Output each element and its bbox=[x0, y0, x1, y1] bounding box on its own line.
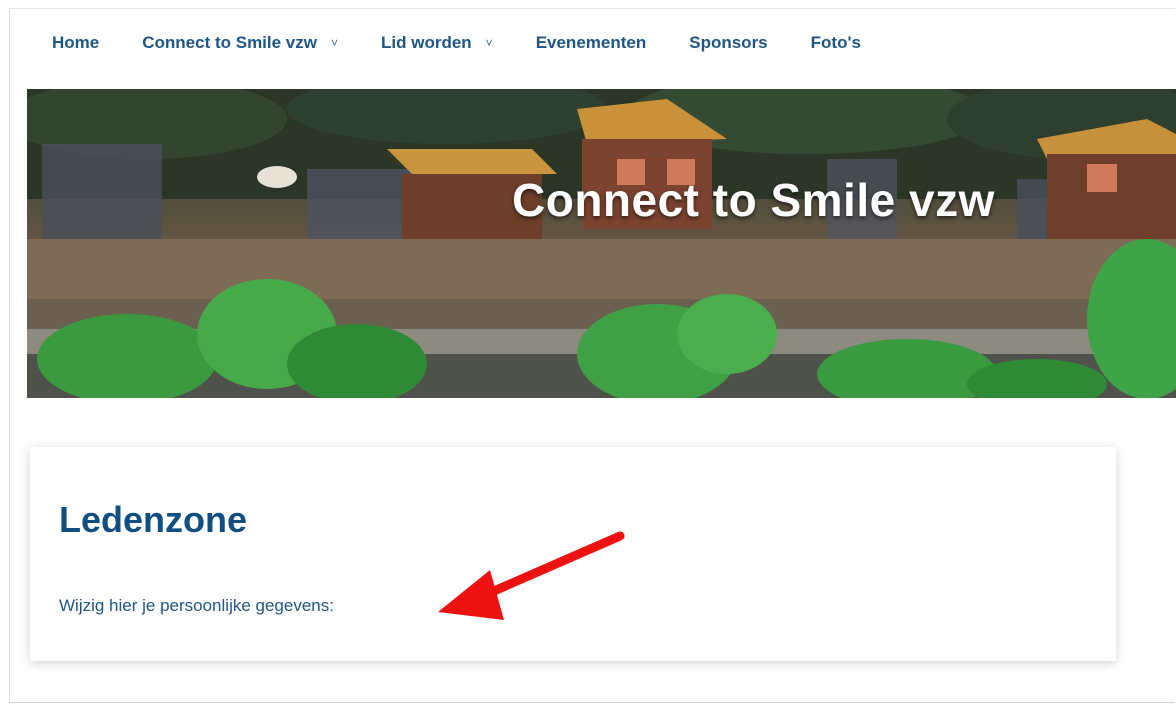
red-arrow-icon bbox=[438, 531, 625, 620]
